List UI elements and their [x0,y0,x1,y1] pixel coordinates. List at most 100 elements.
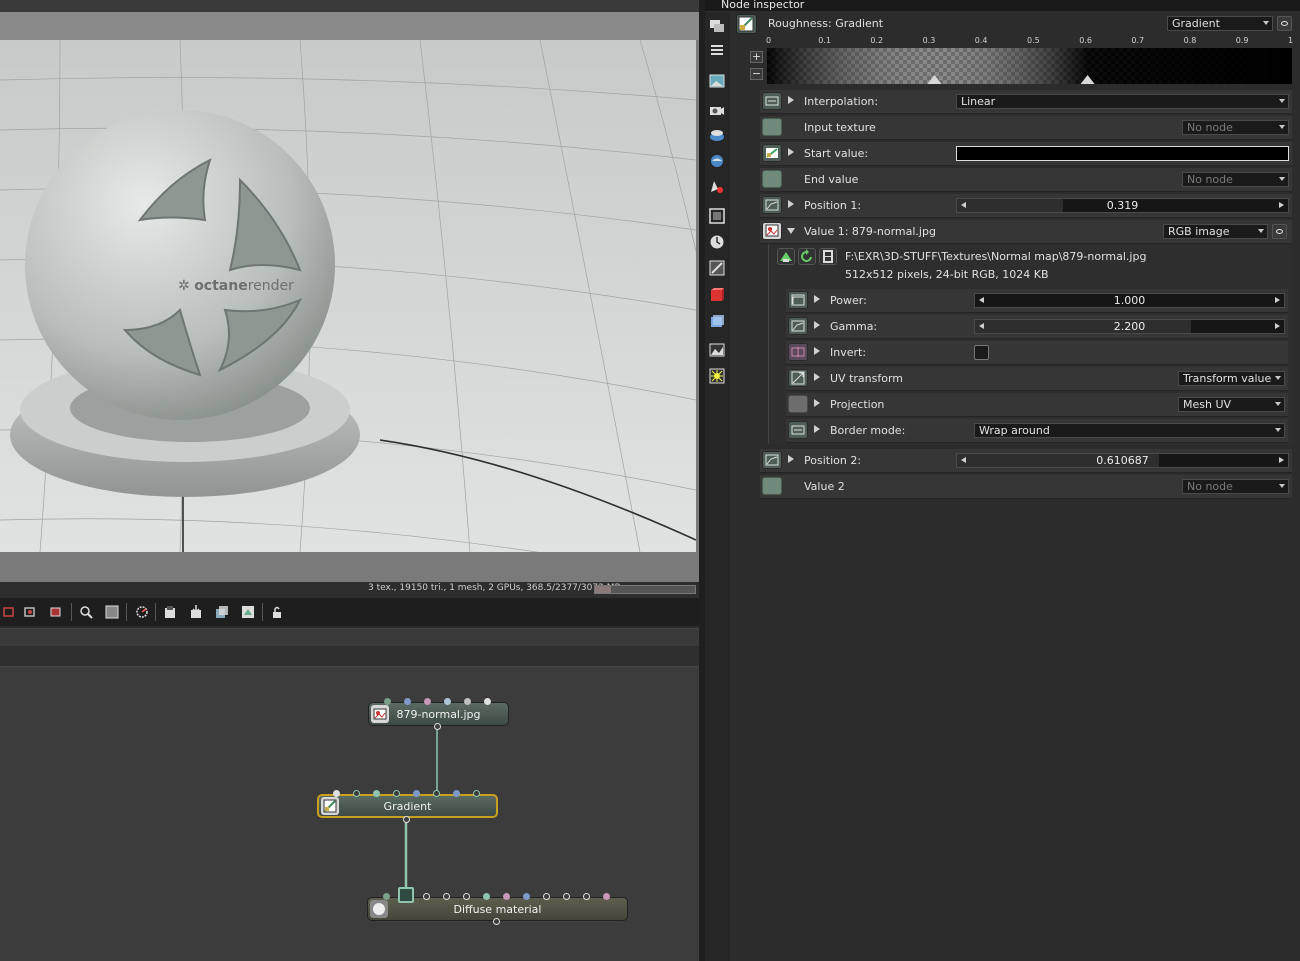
input-pin[interactable] [473,790,480,797]
save-passes-icon[interactable] [213,603,231,621]
value-1-type-dropdown[interactable]: RGB image [1163,224,1268,239]
expand-arrow-icon[interactable] [788,200,794,208]
pick-focus-icon[interactable] [21,603,39,621]
node-gradient[interactable]: Gradient [317,794,498,818]
float-pin-icon[interactable] [762,196,782,214]
gamma-slider[interactable]: 2.200 [974,319,1285,334]
pick-material-icon[interactable] [47,603,65,621]
value-2-dropdown[interactable]: No node [1182,479,1289,494]
animation-settings-icon[interactable] [709,208,725,224]
node-type-dropdown[interactable]: Gradient [1167,16,1273,31]
position-1-slider[interactable]: 0.319 [956,198,1289,213]
lock-icon[interactable] [268,603,286,621]
imager-icon[interactable] [709,313,725,329]
enum-pin-icon[interactable] [762,92,782,110]
border-mode-dropdown[interactable]: Wrap around [974,423,1285,438]
bool-pin-icon[interactable] [788,343,808,361]
layers-icon[interactable] [709,42,725,58]
film-strip-icon[interactable] [819,248,837,265]
projection-dropdown[interactable]: Mesh UV [1178,397,1285,412]
input-pin[interactable] [444,698,451,705]
eye-icon[interactable] [1272,224,1287,239]
reload-folder-icon[interactable] [777,248,795,265]
uv-transform-dropdown[interactable]: Transform value [1178,371,1285,386]
input-pin[interactable] [463,893,470,900]
input-texture-dropdown[interactable]: No node [1182,120,1289,135]
transform-pin-icon[interactable] [788,369,808,387]
roughness-input-pin[interactable] [398,887,414,903]
camera-icon[interactable] [709,102,725,118]
save-render-icon[interactable] [187,603,205,621]
input-pin[interactable] [503,893,510,900]
float-pin-icon[interactable] [762,451,782,469]
input-pin[interactable] [404,698,411,705]
geometry-icon[interactable] [709,287,725,303]
color-pin-icon[interactable] [762,144,782,162]
input-pin[interactable] [464,698,471,705]
float-pin-icon[interactable] [788,317,808,335]
position-2-slider[interactable]: 0.610687 [956,453,1289,468]
input-pin[interactable] [424,698,431,705]
image-texture-pin-icon[interactable] [762,222,782,240]
texture-pin[interactable] [762,170,782,188]
input-pin[interactable] [433,790,440,797]
render-target-icon[interactable] [709,18,725,34]
visible-environment-icon[interactable] [709,153,725,169]
environment-icon[interactable] [709,127,725,143]
input-pin[interactable] [583,893,590,900]
zoom-icon[interactable] [77,603,95,621]
output-pin[interactable] [493,918,500,925]
end-value-dropdown[interactable]: No node [1182,172,1289,187]
expand-arrow-icon[interactable] [814,321,820,329]
input-pin[interactable] [523,893,530,900]
invert-checkbox[interactable] [974,345,989,360]
input-pin[interactable] [423,893,430,900]
clock-icon[interactable] [709,234,725,250]
expand-arrow-icon[interactable] [788,148,794,156]
expand-arrow-icon[interactable] [814,373,820,381]
input-pin[interactable] [603,893,610,900]
copy-to-clipboard-icon[interactable] [161,603,179,621]
input-pin[interactable] [483,893,490,900]
interpolation-dropdown[interactable]: Linear [956,94,1289,109]
background-toggle-icon[interactable] [103,603,121,621]
expand-arrow-icon[interactable] [788,96,794,104]
add-marker-button[interactable]: + [750,51,763,63]
float-pin-icon[interactable] [788,291,808,309]
export-passes-icon[interactable] [239,603,257,621]
region-render-icon[interactable] [0,603,18,621]
input-pin[interactable] [383,893,390,900]
expand-arrow-icon[interactable] [814,425,820,433]
kernel-icon[interactable] [709,260,725,276]
texture-pin[interactable] [762,118,782,136]
output-pin[interactable] [403,816,410,823]
input-pin[interactable] [353,790,360,797]
expand-arrow-icon[interactable] [814,347,820,355]
film-settings-icon[interactable] [709,179,725,195]
render-priority-icon[interactable] [133,603,151,621]
input-pin[interactable] [333,790,340,797]
projection-pin[interactable] [788,395,808,413]
input-pin[interactable] [453,790,460,797]
input-pin[interactable] [413,790,420,797]
image-icon[interactable] [709,73,725,89]
power-slider[interactable]: 1.000 [974,293,1285,308]
expand-arrow-icon[interactable] [814,399,820,407]
gradient-preview-bar[interactable] [767,48,1292,84]
remove-marker-button[interactable]: − [750,68,763,80]
collapse-arrow-icon[interactable] [787,228,795,234]
picture-icon[interactable] [709,342,725,358]
eye-icon[interactable] [1277,16,1292,31]
expand-arrow-icon[interactable] [814,295,820,303]
input-pin[interactable] [373,790,380,797]
enum-pin-icon[interactable] [788,421,808,439]
texture-pin[interactable] [762,477,782,495]
output-pin[interactable] [434,723,441,730]
input-pin[interactable] [563,893,570,900]
input-pin[interactable] [543,893,550,900]
post-processing-icon[interactable] [709,368,725,384]
input-pin[interactable] [393,790,400,797]
input-pin[interactable] [443,893,450,900]
expand-arrow-icon[interactable] [788,455,794,463]
input-pin[interactable] [484,698,491,705]
